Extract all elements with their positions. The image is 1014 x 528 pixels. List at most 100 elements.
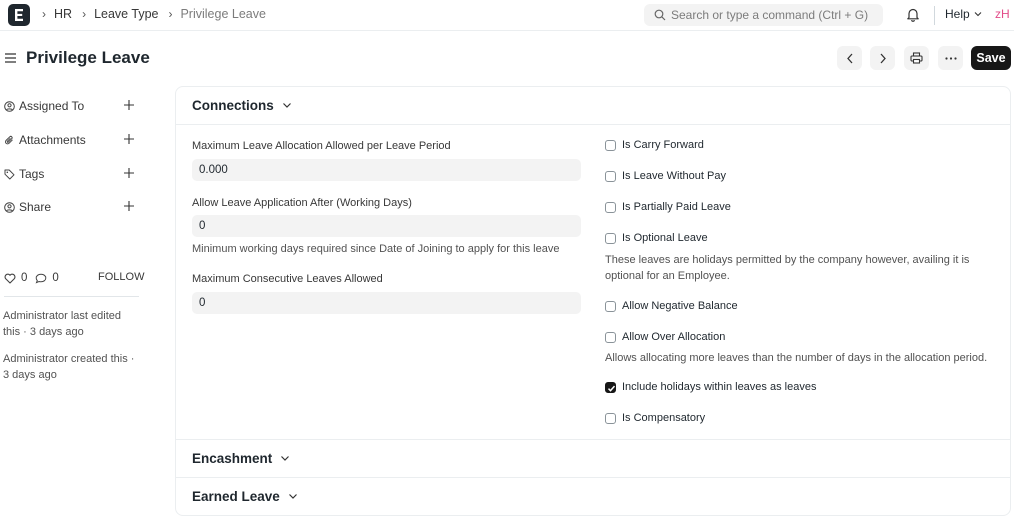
checkbox-label: Allow Negative Balance (622, 300, 738, 312)
checkbox-label: Is Carry Forward (622, 139, 704, 151)
print-button[interactable] (904, 46, 929, 70)
activity-created: Administrator created this · 3 days ago (3, 353, 135, 381)
checkbox-box[interactable] (605, 412, 616, 424)
notification-bell-icon[interactable] (906, 7, 920, 22)
checkbox-label: Is Leave Without Pay (622, 170, 726, 182)
sidebar-item-label: Share (19, 200, 52, 214)
breadcrumb-hr[interactable]: HR (54, 7, 72, 21)
section-connections[interactable]: Connections (176, 98, 1010, 113)
checkbox-label: Include holidays within leaves as leaves (622, 381, 817, 393)
follow-button[interactable]: FOLLOW (98, 271, 144, 283)
hamburger-menu-icon[interactable] (4, 52, 17, 64)
form-card: Connections Maximum Leave Allocation All… (175, 86, 1011, 516)
chevron-right-icon (880, 53, 886, 63)
sidebar-item-share[interactable]: Share (4, 198, 135, 216)
navbar: › HR › Leave Type › Privilege Leave Help… (0, 0, 1014, 31)
allow-after-label: Allow Leave Application After (Working D… (192, 197, 412, 209)
help-dropdown[interactable]: Help (945, 7, 982, 21)
breadcrumb-leave-type[interactable]: Leave Type (94, 7, 158, 21)
next-button[interactable] (870, 46, 895, 70)
save-button[interactable]: Save (971, 46, 1011, 70)
is-compensatory-checkbox[interactable]: Is Compensatory (605, 412, 705, 424)
checkbox-label: Is Compensatory (622, 412, 706, 424)
max-allocation-input[interactable] (192, 159, 581, 181)
checkbox-label: Is Optional Leave (622, 232, 708, 244)
search-icon (654, 9, 666, 21)
allow-negative-balance-checkbox[interactable]: Allow Negative Balance (605, 300, 738, 312)
plus-icon[interactable] (123, 133, 135, 145)
checkbox-box[interactable] (605, 139, 616, 151)
section-title: Encashment (192, 451, 273, 466)
checkmark-icon (607, 385, 616, 392)
plus-icon[interactable] (123, 99, 135, 111)
is-partially-paid-leave-checkbox[interactable]: Is Partially Paid Leave (605, 201, 731, 213)
max-consecutive-label: Maximum Consecutive Leaves Allowed (192, 273, 383, 285)
sidebar-item-label: Assigned To (19, 99, 85, 113)
max-allocation-label: Maximum Leave Allocation Allowed per Lea… (192, 140, 451, 152)
over-allocation-description: Allows allocating more leaves than the n… (605, 352, 988, 364)
chevron-down-icon (281, 456, 290, 461)
checkbox-box[interactable] (605, 300, 616, 312)
more-options-button[interactable] (938, 46, 963, 70)
chevron-down-icon (974, 12, 982, 17)
max-consecutive-input[interactable] (192, 292, 581, 314)
comments-count: 0 (52, 272, 59, 284)
optional-leave-description: These leaves are holidays permitted by t… (605, 254, 970, 282)
plus-icon[interactable] (123, 200, 135, 212)
breadcrumb-current[interactable]: Privilege Leave (180, 7, 265, 21)
chevron-right-icon: › (42, 7, 46, 21)
assign-user-icon (4, 100, 15, 112)
section-encashment[interactable]: Encashment (176, 451, 1010, 466)
section-earned-leave[interactable]: Earned Leave (176, 489, 1010, 504)
sidebar-divider (4, 296, 139, 297)
is-leave-without-pay-checkbox[interactable]: Is Leave Without Pay (605, 170, 726, 182)
previous-button[interactable] (837, 46, 862, 70)
chevron-down-icon (288, 494, 297, 499)
share-user-icon (4, 201, 15, 213)
checkbox-box[interactable] (605, 201, 616, 213)
heart-icon[interactable] (4, 273, 16, 284)
sidebar-item-tags[interactable]: Tags (4, 165, 135, 183)
breadcrumb: › HR › Leave Type › Privilege Leave (42, 7, 276, 21)
checkbox-box[interactable] (605, 170, 616, 182)
section-title: Connections (192, 98, 274, 113)
chevron-right-icon: › (168, 7, 173, 21)
section-divider (176, 439, 1010, 440)
navbar-divider (934, 6, 935, 25)
sidebar-item-label: Attachments (19, 133, 86, 147)
tag-icon (4, 169, 15, 179)
chevron-left-icon (846, 53, 852, 63)
user-avatar[interactable]: zH (995, 7, 1010, 21)
chevron-right-icon: › (82, 7, 87, 21)
paperclip-icon (5, 135, 13, 144)
printer-icon (910, 52, 923, 64)
include-holidays-checkbox[interactable]: Include holidays within leaves as leaves (605, 381, 816, 393)
search-bar[interactable] (644, 4, 883, 26)
checkbox-label: Allow Over Allocation (622, 331, 726, 343)
is-carry-forward-checkbox[interactable]: Is Carry Forward (605, 139, 704, 151)
section-title: Earned Leave (192, 489, 280, 504)
sidebar-item-attachments[interactable]: Attachments (4, 131, 135, 149)
checkbox-label: Is Partially Paid Leave (622, 201, 731, 213)
sidebar-item-label: Tags (19, 167, 45, 181)
help-label: Help (945, 7, 970, 21)
comment-icon[interactable] (35, 273, 47, 284)
section-divider (176, 124, 1010, 125)
checkbox-box[interactable] (605, 331, 616, 343)
section-divider (176, 477, 1010, 478)
app-logo-icon[interactable] (8, 4, 30, 26)
chevron-down-icon (282, 103, 291, 108)
allow-after-description: Minimum working days required since Date… (192, 243, 560, 255)
page-title: Privilege Leave (26, 48, 150, 67)
sidebar-item-assigned-to[interactable]: Assigned To (4, 97, 135, 115)
activity-last-edited: Administrator last edited this · 3 days … (3, 310, 121, 338)
likes-comments-bar: 0 0 FOLLOW (4, 270, 144, 286)
checkbox-box[interactable] (605, 232, 616, 244)
ellipsis-icon (944, 56, 957, 60)
search-input[interactable] (671, 7, 876, 23)
plus-icon[interactable] (123, 167, 135, 179)
allow-after-input[interactable] (192, 215, 581, 237)
allow-over-allocation-checkbox[interactable]: Allow Over Allocation (605, 331, 725, 343)
checkbox-box-checked[interactable] (605, 381, 616, 393)
is-optional-leave-checkbox[interactable]: Is Optional Leave (605, 232, 708, 244)
